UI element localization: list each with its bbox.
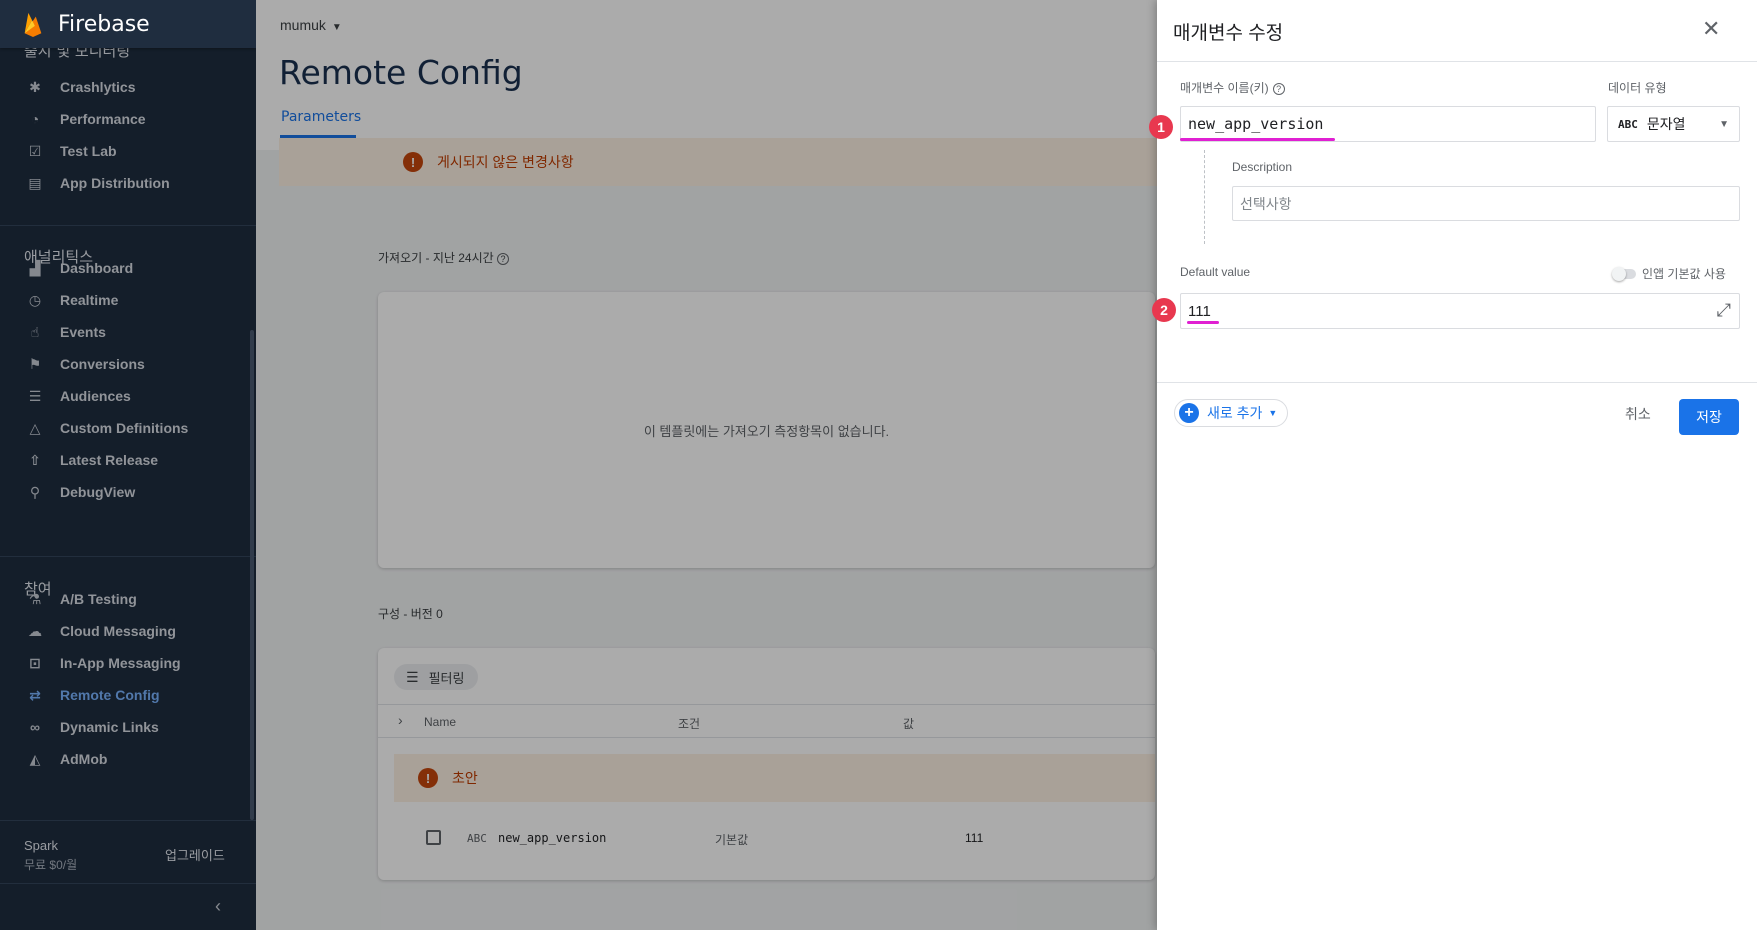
help-icon[interactable]: ? bbox=[1272, 82, 1285, 95]
close-icon[interactable]: ✕ bbox=[1702, 16, 1720, 42]
brand-name: Firebase bbox=[58, 11, 150, 37]
cancel-button[interactable]: 취소 bbox=[1625, 404, 1651, 424]
default-value-text: 111 bbox=[1188, 302, 1211, 320]
annotation-badge-2: 2 bbox=[1152, 298, 1176, 322]
panel-title: 매개변수 수정 bbox=[1173, 23, 1284, 44]
data-type-value: 문자열 bbox=[1646, 116, 1686, 132]
chevron-down-icon: ▼ bbox=[1719, 119, 1729, 130]
modal-backdrop[interactable] bbox=[0, 0, 1157, 930]
data-type-label: 데이터 유형 bbox=[1608, 81, 1667, 95]
description-placeholder: 선택사항 bbox=[1240, 195, 1292, 212]
string-type-icon: ABC bbox=[1618, 117, 1638, 131]
add-new-button[interactable]: + 새로 추가 ▼ bbox=[1174, 399, 1289, 427]
in-app-default-toggle[interactable] bbox=[1612, 267, 1636, 281]
annotation-underline-2 bbox=[1187, 321, 1219, 324]
description-label: Description bbox=[1232, 160, 1293, 174]
firebase-logo-icon bbox=[24, 12, 42, 37]
in-app-default-label: 인앱 기본값 사용 bbox=[1642, 267, 1726, 281]
divider bbox=[1157, 382, 1757, 383]
param-name-value: new_app_version bbox=[1188, 115, 1324, 133]
data-type-select[interactable]: ABC 문자열 ▼ bbox=[1607, 106, 1740, 142]
plus-icon: + bbox=[1179, 403, 1199, 423]
annotation-underline-1 bbox=[1180, 138, 1335, 141]
chevron-down-icon: ▼ bbox=[1268, 408, 1278, 418]
default-value-label: Default value bbox=[1180, 265, 1251, 279]
save-button[interactable]: 저장 bbox=[1679, 399, 1739, 435]
param-name-label-text: 매개변수 이름(키) bbox=[1180, 81, 1269, 95]
expand-icon[interactable]: ⤢ bbox=[1717, 300, 1731, 321]
add-new-label: 새로 추가 bbox=[1207, 405, 1263, 421]
param-name-label: 매개변수 이름(키)? bbox=[1180, 79, 1285, 96]
description-field[interactable]: 선택사항 bbox=[1232, 186, 1740, 221]
param-name-field[interactable]: new_app_version bbox=[1180, 106, 1596, 142]
annotation-badge-1: 1 bbox=[1149, 115, 1173, 139]
default-value-field[interactable]: 111 ⤢ bbox=[1180, 293, 1740, 329]
brand[interactable]: Firebase bbox=[0, 0, 256, 48]
description-connector bbox=[1204, 150, 1205, 244]
panel-header: 매개변수 수정 ✕ bbox=[1157, 0, 1757, 62]
